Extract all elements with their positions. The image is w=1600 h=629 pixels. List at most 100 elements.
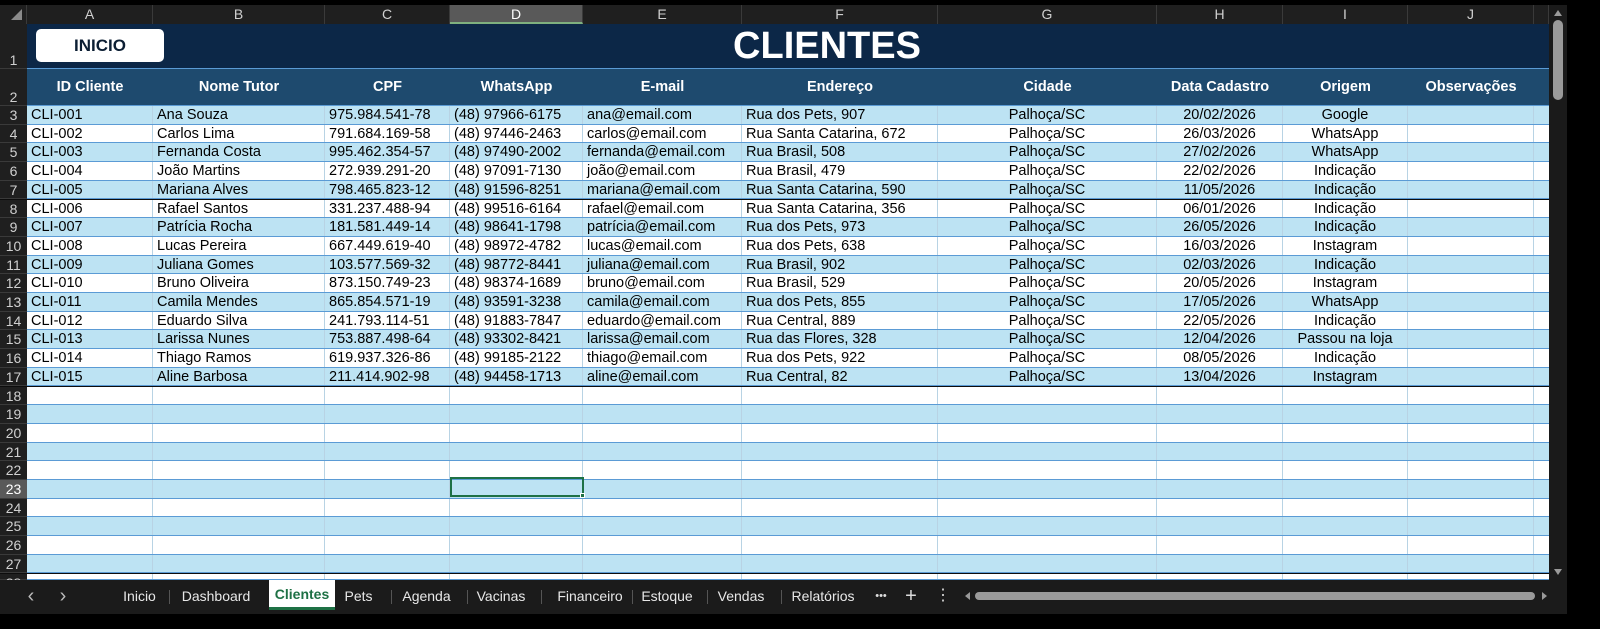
table-cell[interactable]: 11/05/2026	[1157, 180, 1283, 199]
table-cell[interactable]	[153, 423, 325, 442]
table-cell[interactable]: WhatsApp	[1283, 143, 1408, 162]
table-cell[interactable]	[27, 536, 153, 554]
table-cell[interactable]: Palhoça/SC	[938, 180, 1157, 199]
table-cell[interactable]	[938, 480, 1157, 498]
table-cell[interactable]: Palhoça/SC	[938, 330, 1157, 349]
tab-pets[interactable]: Pets	[342, 583, 375, 611]
row-header-17[interactable]: 17	[0, 367, 27, 387]
table-cell[interactable]: CLI-013	[27, 330, 153, 349]
tab-financeiro[interactable]: Financeiro	[543, 583, 637, 611]
table-cell[interactable]: mariana@email.com	[583, 180, 742, 199]
table-cell[interactable]: WhatsApp	[1283, 124, 1408, 143]
table-cell[interactable]: Indicação	[1283, 162, 1408, 180]
tab-dashboard[interactable]: Dashboard	[171, 583, 261, 611]
table-cell[interactable]: 619.937.326-86	[325, 349, 450, 367]
table-cell[interactable]	[1283, 554, 1408, 573]
table-cell[interactable]: bruno@email.com	[583, 274, 742, 292]
column-header-d[interactable]: D	[450, 5, 583, 24]
table-cell[interactable]	[450, 517, 583, 536]
table-cell[interactable]	[450, 573, 583, 579]
row-header-23[interactable]: 23	[0, 480, 27, 499]
table-cell[interactable]	[1157, 536, 1283, 554]
table-cell[interactable]: Rua Brasil, 902	[742, 255, 938, 274]
table-cell[interactable]	[1408, 180, 1534, 199]
more-sheets-button[interactable]: •••	[868, 583, 894, 611]
table-cell[interactable]	[450, 405, 583, 423]
column-header-a[interactable]: A	[27, 5, 153, 24]
table-cell[interactable]: Thiago Ramos	[153, 349, 325, 367]
table-cell[interactable]	[742, 461, 938, 479]
table-cell[interactable]	[583, 480, 742, 498]
table-cell[interactable]	[1408, 423, 1534, 442]
table-cell[interactable]: patrícia@email.com	[583, 218, 742, 236]
table-cell[interactable]	[1408, 498, 1534, 517]
table-cell[interactable]	[153, 442, 325, 461]
table-cell[interactable]	[325, 405, 450, 423]
table-cell[interactable]: CLI-009	[27, 255, 153, 274]
table-cell[interactable]: 753.887.498-64	[325, 330, 450, 349]
table-cell[interactable]	[325, 498, 450, 517]
tab-inicio[interactable]: Inicio	[123, 583, 156, 611]
table-cell[interactable]: joão@email.com	[583, 162, 742, 180]
row-header-24[interactable]: 24	[0, 498, 27, 518]
table-cell[interactable]	[1408, 255, 1534, 274]
table-cell[interactable]: CLI-014	[27, 349, 153, 367]
table-cell[interactable]: 22/02/2026	[1157, 162, 1283, 180]
table-cell[interactable]	[27, 423, 153, 442]
table-cell[interactable]: CLI-001	[27, 106, 153, 124]
table-cell[interactable]	[153, 536, 325, 554]
table-cell[interactable]: Indicação	[1283, 311, 1408, 330]
table-cell[interactable]	[583, 386, 742, 405]
table-cell[interactable]	[938, 405, 1157, 423]
table-cell[interactable]	[1283, 573, 1408, 579]
table-cell[interactable]: Rua Santa Catarina, 356	[742, 199, 938, 218]
row-header-10[interactable]: 10	[0, 236, 27, 256]
column-header-g[interactable]: G	[938, 5, 1157, 24]
table-cell[interactable]: CLI-007	[27, 218, 153, 236]
table-cell[interactable]: Palhoça/SC	[938, 255, 1157, 274]
table-cell[interactable]	[1157, 517, 1283, 536]
table-cell[interactable]	[938, 573, 1157, 579]
table-cell[interactable]	[1283, 461, 1408, 479]
table-cell[interactable]: Rua das Flores, 328	[742, 330, 938, 349]
table-cell[interactable]	[27, 442, 153, 461]
row-header-5[interactable]: 5	[0, 143, 27, 163]
row-header-26[interactable]: 26	[0, 536, 27, 555]
column-header-j[interactable]: J	[1408, 5, 1534, 24]
table-cell[interactable]: Google	[1283, 106, 1408, 124]
table-cell[interactable]: 272.939.291-20	[325, 162, 450, 180]
table-cell[interactable]: 17/05/2026	[1157, 293, 1283, 311]
table-cell[interactable]	[27, 480, 153, 498]
table-cell[interactable]	[325, 480, 450, 498]
table-cell[interactable]: Juliana Gomes	[153, 255, 325, 274]
table-cell[interactable]	[742, 536, 938, 554]
selected-cell[interactable]	[450, 477, 584, 497]
row-header-20[interactable]: 20	[0, 423, 27, 443]
table-cell[interactable]	[1408, 461, 1534, 479]
table-cell[interactable]: Rua Santa Catarina, 672	[742, 124, 938, 143]
table-cell[interactable]: (48) 94458-1713	[450, 367, 583, 386]
table-cell[interactable]	[1157, 386, 1283, 405]
table-cell[interactable]: Rua dos Pets, 922	[742, 349, 938, 367]
table-cell[interactable]: Palhoça/SC	[938, 199, 1157, 218]
table-cell[interactable]	[325, 573, 450, 579]
table-cell[interactable]	[938, 461, 1157, 479]
row-header-18[interactable]: 18	[0, 386, 27, 406]
table-cell[interactable]	[27, 386, 153, 405]
table-cell[interactable]	[27, 461, 153, 479]
table-cell[interactable]	[1283, 423, 1408, 442]
table-cell[interactable]: larissa@email.com	[583, 330, 742, 349]
table-cell[interactable]: (48) 93302-8421	[450, 330, 583, 349]
table-cell[interactable]	[325, 423, 450, 442]
table-cell[interactable]	[1408, 517, 1534, 536]
table-cell[interactable]	[1157, 480, 1283, 498]
table-cell[interactable]	[153, 386, 325, 405]
table-cell[interactable]	[325, 461, 450, 479]
table-cell[interactable]	[27, 573, 153, 579]
table-cell[interactable]	[1408, 480, 1534, 498]
table-cell[interactable]	[450, 498, 583, 517]
table-cell[interactable]	[1157, 554, 1283, 573]
table-cell[interactable]	[450, 442, 583, 461]
table-cell[interactable]	[742, 573, 938, 579]
table-cell[interactable]: Palhoça/SC	[938, 236, 1157, 255]
